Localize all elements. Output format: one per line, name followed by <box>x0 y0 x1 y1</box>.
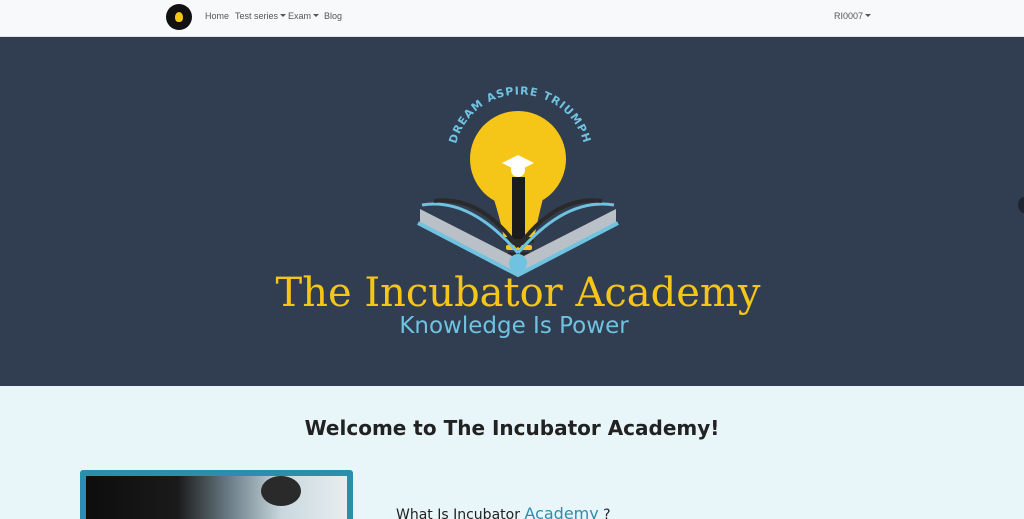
nav-home[interactable]: Home <box>205 11 229 21</box>
intro-question: What Is Incubator Academy ? <box>396 504 611 519</box>
nav-test-series-label: Test series <box>235 11 279 21</box>
person-silhouette <box>261 476 301 506</box>
user-menu[interactable]: RI0007 <box>834 11 872 21</box>
hero-title: The Incubator Academy <box>275 270 761 316</box>
intro-accent: Academy <box>524 504 599 519</box>
nav-test-series[interactable]: Test series <box>235 11 287 21</box>
academy-logo-graphic: DREAM ASPIRE TRIUMPH <box>417 84 619 277</box>
welcome-heading: Welcome to The Incubator Academy! <box>304 416 720 440</box>
hero-banner: DREAM ASPIRE TRIUMPH The Incubator Acade… <box>0 37 1024 386</box>
nav-blog-label: Blog <box>324 11 343 21</box>
bulb-logo-icon <box>175 12 183 22</box>
video-thumbnail <box>86 476 347 519</box>
nav-exam-label: Exam <box>288 11 312 21</box>
intro-prefix: What Is Incubator <box>396 507 525 519</box>
user-menu-label: RI0007 <box>834 11 864 21</box>
carousel-control[interactable] <box>1018 197 1024 213</box>
intro-video[interactable] <box>80 470 353 519</box>
chevron-down-icon <box>865 14 872 17</box>
nav-home-label: Home <box>205 11 230 21</box>
brand-logo[interactable] <box>166 4 192 30</box>
chevron-down-icon <box>313 14 320 17</box>
top-navbar: Home Test series Exam Blog RI0007 <box>0 0 1024 37</box>
chevron-down-icon <box>280 14 287 17</box>
intro-suffix: ? <box>598 507 611 519</box>
welcome-section: Welcome to The Incubator Academy! What I… <box>0 386 1024 519</box>
hero-subtitle: Knowledge Is Power <box>399 313 629 339</box>
nav-exam[interactable]: Exam <box>288 11 320 21</box>
nav-blog[interactable]: Blog <box>324 11 342 21</box>
